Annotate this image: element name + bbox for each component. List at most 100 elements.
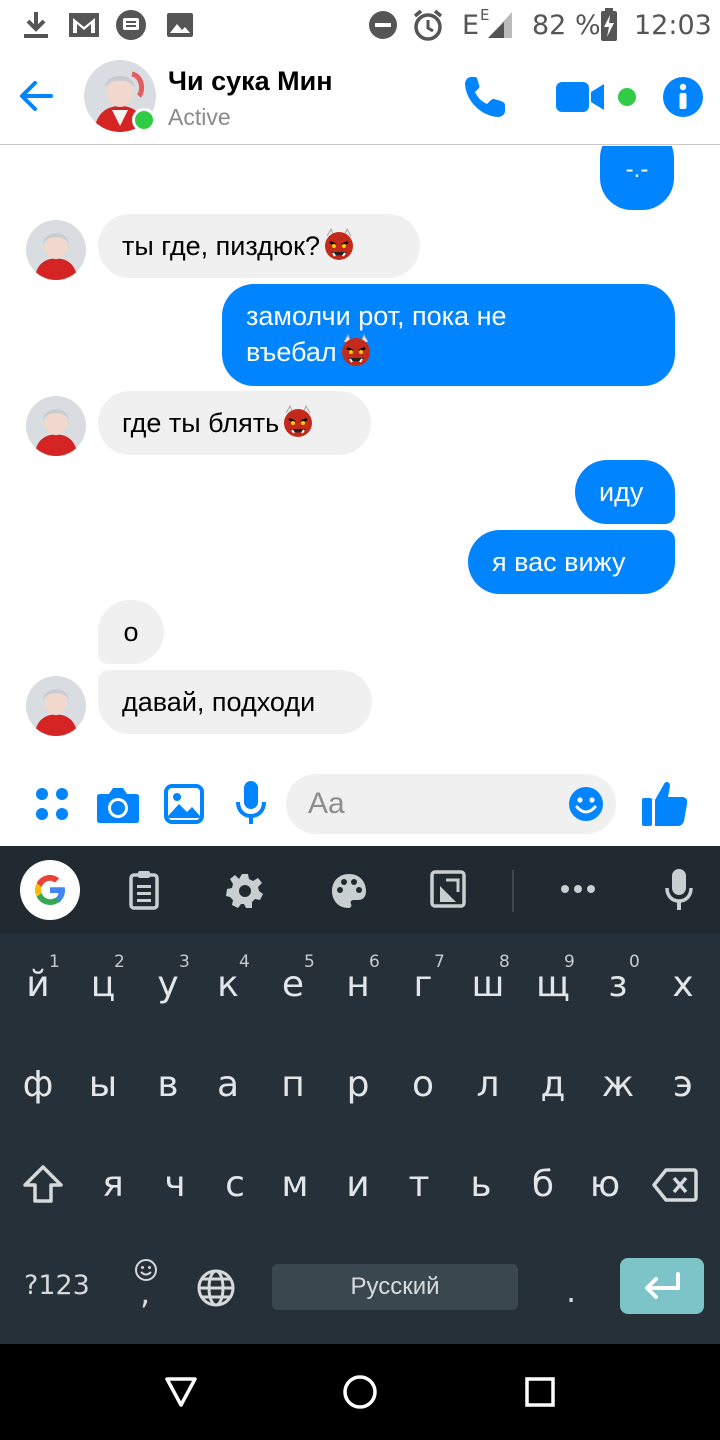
key[interactable]: м [262,1164,328,1205]
message-input[interactable]: Aa [286,774,616,834]
message-outgoing[interactable]: замолчи рот, пока не въебал [222,284,675,386]
key[interactable]: т [386,1164,452,1205]
key[interactable]: я [80,1164,146,1205]
period-key[interactable]: . [566,1272,576,1310]
key[interactable]: а [195,1064,261,1105]
message-text: давай, подходи [122,687,316,717]
camera-icon[interactable] [96,786,140,824]
ogre-face-emoji-icon [325,227,354,260]
clipboard-icon[interactable] [128,870,160,910]
settings-gear-icon[interactable] [226,872,264,910]
info-icon[interactable] [662,76,704,118]
backspace-key-icon[interactable] [652,1168,698,1202]
key[interactable]: у [135,964,201,1005]
google-button[interactable] [20,860,80,920]
key[interactable]: ж [585,1064,651,1105]
one-handed-mode-icon[interactable] [430,870,468,910]
clock: 12:03 [634,10,712,41]
video-call-icon[interactable] [556,80,606,114]
network-type: E [462,10,480,41]
sender-avatar[interactable] [26,396,86,456]
message-text-line1: замолчи рот, пока не [246,301,507,331]
message-text: иду [599,477,644,507]
thumbs-up-icon[interactable] [640,778,690,828]
enter-arrow-icon [645,1272,680,1299]
avatar-photo [26,676,86,736]
shift-key-icon[interactable] [22,1164,64,1204]
message-text: -.- [625,156,649,183]
nav-recents-icon[interactable] [524,1376,556,1408]
message-incoming[interactable]: где ты блять [98,391,371,455]
key[interactable]: г [390,964,456,1005]
google-logo-icon [35,875,65,905]
message-outgoing[interactable]: я вас вижу [468,530,675,594]
key[interactable]: и [325,1164,391,1205]
key[interactable]: л [455,1064,521,1105]
key[interactable]: э [650,1064,716,1105]
emoji-icon[interactable] [568,786,604,822]
key-number-hint: 0 [629,952,640,972]
key-number-hint: 5 [304,952,315,972]
key[interactable]: з [585,964,651,1005]
key[interactable]: в [135,1064,201,1105]
more-apps-icon[interactable] [34,786,70,822]
key[interactable]: е [260,964,326,1005]
key[interactable]: щ [520,964,586,1005]
symbols-key[interactable]: ?123 [24,1270,90,1301]
gmail-icon [69,13,99,37]
key[interactable]: ь [448,1164,514,1205]
contact-name[interactable]: Чи сука Мин [168,66,333,97]
key[interactable]: ю [572,1164,638,1205]
message-input-placeholder: Aa [308,787,345,820]
comma-key[interactable]: , [140,1274,150,1312]
message-outgoing[interactable]: -.- [600,146,674,210]
key-number-hint: 9 [564,952,575,972]
message-list[interactable]: -.- ты где, пиздюк? замолчи рот, пока не… [0,146,720,756]
key[interactable]: ф [5,1064,71,1105]
key[interactable]: ш [455,964,521,1005]
nav-back-icon[interactable] [164,1376,198,1408]
battery-charging-icon [601,8,617,41]
message-incoming[interactable]: о [98,600,164,664]
sender-avatar[interactable] [26,676,86,736]
back-arrow-icon[interactable] [18,78,54,114]
key[interactable]: р [325,1064,391,1105]
microphone-icon[interactable] [234,780,268,826]
key[interactable]: д [520,1064,586,1105]
message-text: ты где, пиздюк? [122,231,321,261]
key[interactable]: ч [142,1164,208,1205]
key[interactable]: ы [70,1064,136,1105]
message-outgoing[interactable]: иду [575,460,675,524]
key[interactable]: б [510,1164,576,1205]
keyboard-toolbar [0,846,720,934]
key-number-hint: 7 [434,952,445,972]
messages-app-icon [116,10,146,40]
phone-call-icon[interactable] [462,74,508,120]
language-globe-icon[interactable] [196,1268,236,1308]
theme-palette-icon[interactable] [330,872,368,910]
status-bar: E E 82 % 12:03 [0,0,720,50]
video-active-dot [618,88,636,106]
avatar-photo [26,396,86,456]
space-bar[interactable]: Русский [272,1264,518,1310]
gallery-icon[interactable] [164,784,204,824]
key[interactable]: ц [70,964,136,1005]
key-number-hint: 4 [239,952,250,972]
message-incoming[interactable]: ты где, пиздюк? [98,214,420,278]
key[interactable]: о [390,1064,456,1105]
voice-input-icon[interactable] [664,868,694,912]
key[interactable]: х [650,964,716,1005]
key[interactable]: й [5,964,71,1005]
key[interactable]: н [325,964,391,1005]
nav-home-icon[interactable] [342,1374,378,1410]
enter-key[interactable] [620,1258,704,1314]
key[interactable]: п [260,1064,326,1105]
key[interactable]: с [202,1164,268,1205]
sender-avatar[interactable] [26,220,86,280]
message-incoming[interactable]: давай, подходи [98,670,372,734]
message-text: я вас вижу [492,547,626,577]
more-options-icon[interactable] [560,884,596,894]
active-status-dot [132,108,156,132]
message-composer: Aa [0,760,720,846]
key[interactable]: к [195,964,261,1005]
